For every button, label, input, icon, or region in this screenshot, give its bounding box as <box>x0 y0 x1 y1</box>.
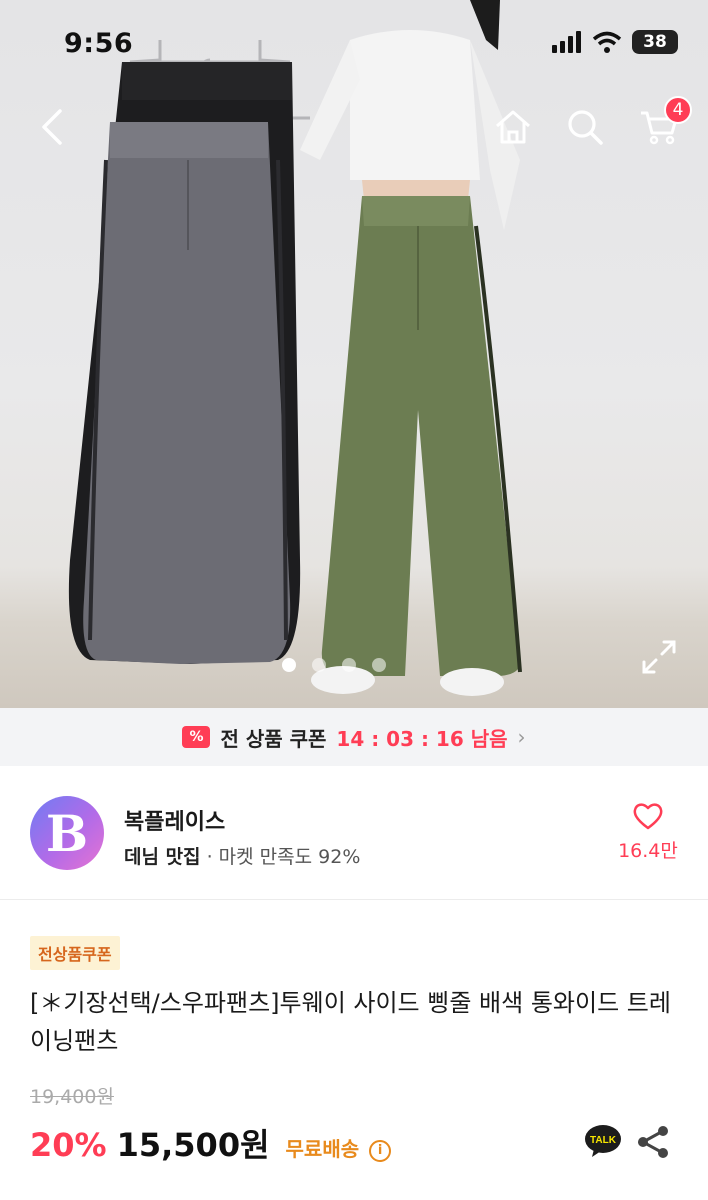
pagination-dot[interactable] <box>282 658 296 672</box>
heart-icon <box>633 803 663 830</box>
expand-icon <box>642 640 676 674</box>
kakao-talk-icon: TALK <box>585 1125 621 1157</box>
search-icon <box>568 110 603 145</box>
price-row: 20% 15,500원 무료배송 i <box>30 1120 392 1166</box>
cart-count-badge: 4 <box>664 96 692 124</box>
info-icon[interactable]: i <box>369 1139 392 1162</box>
coupon-tag: 전상품쿠폰 <box>30 936 120 970</box>
store-like-button[interactable]: 16.4만 <box>612 802 684 863</box>
store-name[interactable]: 복플레이스 <box>124 804 225 836</box>
store-category: 데님 맛집 <box>124 846 201 868</box>
status-icons: 38 <box>552 30 678 54</box>
free-shipping-label: 무료배송 <box>285 1137 360 1161</box>
store-info[interactable]: B 복플레이스 데님 맛집 · 마켓 만족도 92% 16.4만 <box>0 766 708 900</box>
wifi-icon <box>592 31 622 53</box>
home-icon <box>496 110 530 144</box>
status-time: 9:56 <box>64 28 134 59</box>
coupon-icon: % <box>182 726 211 748</box>
back-button[interactable] <box>24 100 78 154</box>
cart-button[interactable]: 4 <box>632 96 692 154</box>
coupon-banner[interactable]: % 전 상품 쿠폰 14 : 03 : 16 남음 › <box>0 708 708 766</box>
battery-indicator: 38 <box>632 30 678 54</box>
discount-rate: 20% <box>30 1126 107 1164</box>
share-icon <box>638 1126 668 1158</box>
store-logo: B <box>30 796 104 870</box>
store-satisfaction: · 마켓 만족도 92% <box>200 846 361 868</box>
original-price: 19,400원 <box>30 1086 114 1108</box>
signal-icon <box>552 31 581 53</box>
coupon-label: 전 상품 쿠폰 <box>220 726 327 751</box>
svg-text:TALK: TALK <box>590 1135 617 1146</box>
chevron-left-icon <box>42 109 62 145</box>
expand-image-button[interactable] <box>638 636 680 678</box>
pagination-dot[interactable] <box>372 658 386 672</box>
store-like-count: 16.4만 <box>618 840 678 862</box>
product-image-gallery[interactable]: 9:56 38 4 <box>0 0 708 708</box>
share-button[interactable] <box>636 1124 670 1160</box>
kakao-talk-button[interactable]: TALK <box>584 1124 622 1158</box>
pagination-dot[interactable] <box>342 658 356 672</box>
search-button[interactable] <box>558 100 612 154</box>
chevron-right-icon: › <box>517 725 526 749</box>
store-subtitle: 데님 맛집 · 마켓 만족도 92% <box>124 842 360 869</box>
coupon-timer: 14 : 03 : 16 남음 <box>336 726 508 751</box>
home-button[interactable] <box>486 100 540 154</box>
sale-price: 15,500원 <box>116 1126 270 1164</box>
gallery-pagination <box>282 658 386 672</box>
product-title: [＊기장선택/스우파팬츠]투웨이 사이드 삥줄 배색 통와이드 트레이닝팬츠 <box>30 989 671 1055</box>
pagination-dot[interactable] <box>312 658 326 672</box>
